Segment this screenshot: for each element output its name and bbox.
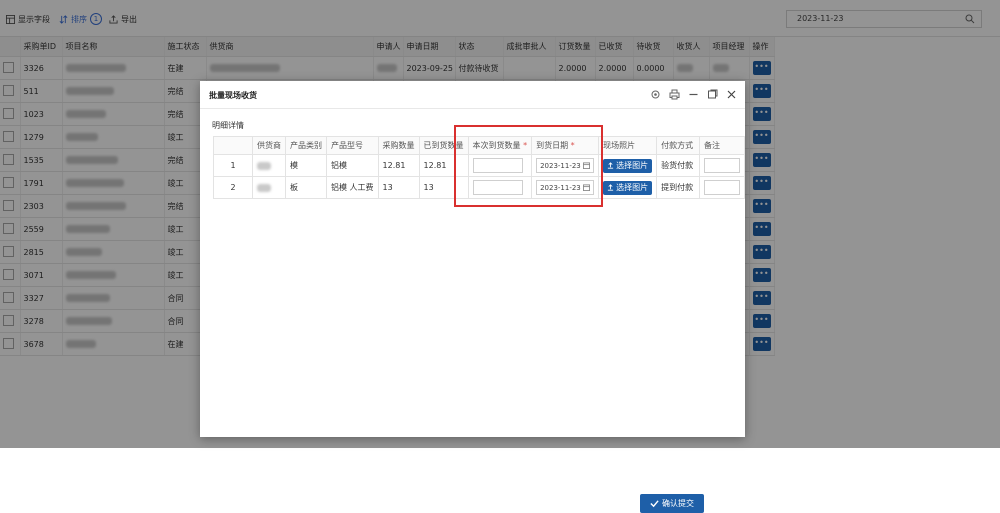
print-icon[interactable] [669,89,680,100]
upload-icon [607,184,614,191]
section-title: 明细详情 [212,121,244,130]
maximize-icon[interactable] [707,89,718,100]
remark-input[interactable] [703,180,740,195]
settings-icon[interactable] [650,89,661,100]
purchase-qty: 13 [377,176,420,199]
payment-method: 验货付款 [656,154,700,177]
product-model: 铝模 [325,154,379,177]
highlight-box [454,125,603,207]
column-header: 备注 [698,136,746,155]
dialog-divider [200,108,745,109]
column-header: 产品型号 [325,136,379,155]
photo-cell: 选择图片 [598,154,658,177]
select-photo-label: 选择图片 [616,183,649,192]
confirm-submit-label: 确认提交 [662,499,694,508]
column-header: 付款方式 [656,136,700,155]
row-number: 2 [213,176,253,199]
dialog-title: 批量现场收货 [209,91,257,100]
photo-cell: 选择图片 [598,176,658,199]
product-category: 板 [284,176,327,199]
column-header: 现场照片 [598,136,658,155]
product-category: 模 [284,154,327,177]
remark-cell [698,154,746,177]
column-header: 供货商 [251,136,286,155]
column-header [213,136,253,155]
close-icon[interactable] [726,89,737,100]
payment-method: 提到付款 [656,176,700,199]
purchase-qty: 12.81 [377,154,420,177]
check-icon [650,500,659,508]
remark-cell [698,176,746,199]
row-number: 1 [213,154,253,177]
select-photo-label: 选择图片 [616,161,649,170]
remark-input[interactable] [703,158,740,173]
upload-icon [607,162,614,169]
dialog-controls [650,89,737,100]
column-header: 产品类别 [284,136,327,155]
product-model: 铝模 人工费 [325,176,379,199]
select-photo-button[interactable]: 选择图片 [603,158,653,173]
select-photo-button[interactable]: 选择图片 [603,180,653,195]
confirm-submit-button[interactable]: 确认提交 [640,494,704,513]
supplier-redacted [251,176,286,199]
minimize-icon[interactable] [688,89,699,100]
supplier-redacted [251,154,286,177]
column-header: 采购数量 [377,136,420,155]
